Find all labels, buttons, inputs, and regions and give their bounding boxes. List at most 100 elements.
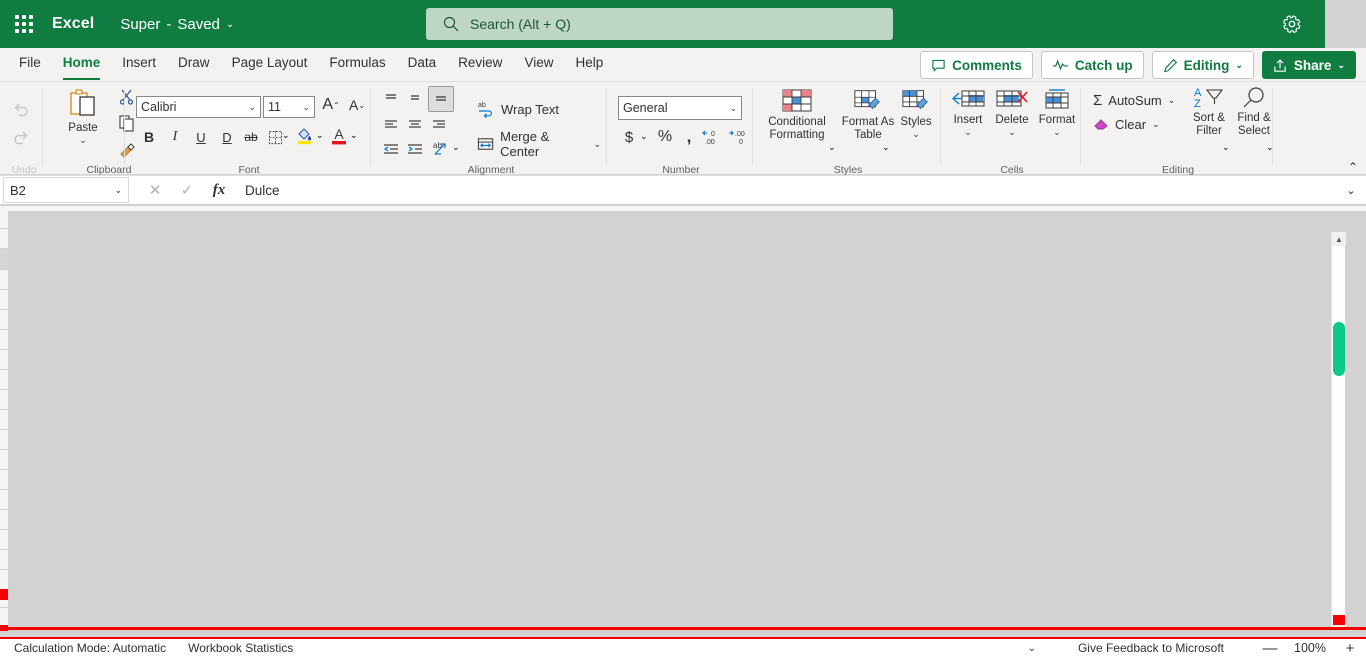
chevron-down-icon[interactable]: ⌄	[1222, 142, 1230, 153]
decrease-indent-button[interactable]	[380, 138, 402, 160]
merge-center-button[interactable]: Merge & Center ⌄	[474, 127, 604, 161]
expand-formula-bar-button[interactable]: ⌄	[1336, 184, 1366, 197]
chevron-down-icon[interactable]: ⌄	[282, 130, 290, 141]
tab-file[interactable]: File	[8, 47, 52, 81]
wrap-text-icon: ab	[478, 102, 492, 118]
tab-formulas[interactable]: Formulas	[318, 47, 396, 81]
chevron-down-icon[interactable]: ⌄	[882, 142, 890, 153]
status-options-chevron-icon[interactable]: ⌄	[1028, 643, 1036, 654]
comments-button[interactable]: Comments	[920, 51, 1033, 79]
align-middle-button[interactable]	[404, 88, 426, 110]
cell-styles-button[interactable]: Styles ⌄	[894, 88, 938, 140]
bold-button[interactable]: B	[138, 126, 160, 148]
format-as-table-button[interactable]: Format As Table	[838, 88, 898, 142]
chevron-down-icon[interactable]: ⌄	[452, 142, 460, 153]
give-feedback-link[interactable]: Give Feedback to Microsoft	[1078, 641, 1224, 655]
italic-button[interactable]: I	[164, 126, 186, 148]
decrease-decimal-button[interactable]: .00 0	[726, 126, 750, 148]
increase-indent-button[interactable]	[404, 138, 426, 160]
delete-cells-button[interactable]: Delete ⌄	[990, 88, 1034, 138]
name-box[interactable]: B2 ⌄	[3, 177, 129, 203]
comma-format-button[interactable]: ,	[678, 126, 700, 148]
double-underline-button[interactable]: D	[216, 126, 238, 148]
tab-page-layout[interactable]: Page Layout	[221, 47, 319, 81]
fill-color-button[interactable]	[294, 124, 316, 146]
paste-icon	[70, 89, 95, 116]
orientation-button[interactable]: ab	[430, 138, 452, 160]
align-bottom-button[interactable]	[428, 86, 454, 112]
scrollbar-thumb[interactable]	[1333, 322, 1345, 376]
decrease-font-size-button[interactable]: A ⌄	[346, 94, 368, 116]
shrink-font-icon: A	[348, 97, 359, 113]
insert-cells-button[interactable]: Insert ⌄	[946, 88, 990, 138]
chevron-down-icon[interactable]: ⌄	[316, 130, 324, 141]
zoom-in-button[interactable]: +	[1342, 640, 1358, 657]
percent-format-button[interactable]: %	[654, 126, 676, 148]
italic-icon: I	[172, 129, 178, 144]
paste-button[interactable]: Paste ⌄	[56, 88, 110, 146]
workbook-statistics-status[interactable]: Workbook Statistics	[188, 641, 293, 655]
zoom-level-value[interactable]: 100%	[1294, 641, 1326, 655]
font-size-select[interactable]: 11 ⌄	[263, 96, 315, 118]
confirm-edit-button[interactable]: ✓	[179, 181, 195, 199]
ribbon-group-editing: Σ AutoSum ⌄ Clear ⌄ A Z Sort & Filter ⌄ …	[1086, 82, 1274, 176]
clear-label: Clear	[1115, 116, 1147, 132]
conditional-formatting-label-2: Formatting	[769, 129, 825, 141]
vertical-scrollbar[interactable]: ▲ ▼	[1331, 232, 1346, 629]
scroll-up-button[interactable]: ▲	[1332, 232, 1346, 246]
strikethrough-button[interactable]: ab	[240, 126, 262, 148]
calculation-mode-status[interactable]: Calculation Mode: Automatic	[14, 641, 166, 655]
sheet-canvas[interactable]: ▲ ▼	[8, 211, 1346, 631]
collapse-ribbon-button[interactable]: ⌃	[1348, 160, 1358, 174]
accounting-format-button[interactable]: $	[618, 126, 640, 148]
fill-color-icon	[298, 128, 312, 145]
sigma-icon: Σ	[1093, 92, 1103, 109]
delete-cells-icon	[996, 90, 1028, 107]
align-left-button[interactable]	[380, 114, 402, 136]
share-button[interactable]: Share ⌄	[1261, 51, 1356, 79]
chevron-down-icon[interactable]: ⌄	[640, 131, 648, 142]
insert-function-button[interactable]: fx	[211, 182, 227, 199]
number-format-select[interactable]: General ⌄	[618, 96, 742, 120]
autosum-button[interactable]: Σ AutoSum ⌄	[1090, 90, 1178, 111]
waffle-icon	[15, 15, 33, 33]
tab-insert[interactable]: Insert	[111, 47, 167, 81]
align-center-icon	[409, 120, 421, 128]
chevron-down-icon[interactable]: ⌄	[828, 142, 836, 153]
chevron-down-icon[interactable]: ⌄	[350, 130, 358, 141]
redo-button[interactable]	[8, 124, 34, 150]
cancel-edit-button[interactable]: ✕	[147, 181, 163, 199]
editing-mode-button[interactable]: Editing ⌄	[1151, 51, 1254, 79]
increase-font-size-button[interactable]: A ⌃	[320, 94, 342, 116]
clear-button[interactable]: Clear ⌄	[1090, 114, 1163, 134]
align-center-button[interactable]	[404, 114, 426, 136]
conditional-formatting-button[interactable]: Conditional Formatting	[758, 88, 836, 142]
row-divider	[0, 489, 8, 490]
align-right-button[interactable]	[428, 114, 450, 136]
undo-button[interactable]	[8, 96, 34, 122]
underline-button[interactable]: U	[190, 126, 212, 148]
editing-label: Editing	[1183, 57, 1230, 73]
increase-decimal-button[interactable]: 0 .00	[700, 126, 724, 148]
tab-data[interactable]: Data	[397, 47, 448, 81]
row-header-selected[interactable]	[0, 249, 8, 269]
formula-input[interactable]	[245, 182, 1336, 198]
tab-home[interactable]: Home	[52, 47, 112, 81]
tab-view[interactable]: View	[513, 47, 564, 81]
format-cells-button[interactable]: Format ⌄	[1034, 88, 1080, 138]
tab-draw[interactable]: Draw	[167, 47, 221, 81]
align-top-button[interactable]	[380, 88, 402, 110]
sort-filter-button[interactable]: A Z Sort & Filter	[1188, 86, 1230, 138]
font-family-select[interactable]: Calibri ⌄	[136, 96, 261, 118]
tab-help[interactable]: Help	[564, 47, 614, 81]
find-select-button[interactable]: Find & Select	[1232, 86, 1276, 138]
zoom-out-button[interactable]: —	[1262, 640, 1278, 657]
app-launcher-button[interactable]	[0, 0, 48, 48]
font-color-button[interactable]: A	[328, 124, 350, 146]
wrap-text-button[interactable]: ab Wrap Text	[474, 98, 562, 120]
tab-review[interactable]: Review	[447, 47, 513, 81]
settings-button[interactable]	[1278, 10, 1306, 38]
document-title-button[interactable]: Super - Saved ⌄	[120, 16, 234, 33]
search-input[interactable]	[426, 8, 893, 40]
catch-up-button[interactable]: Catch up	[1040, 51, 1144, 79]
